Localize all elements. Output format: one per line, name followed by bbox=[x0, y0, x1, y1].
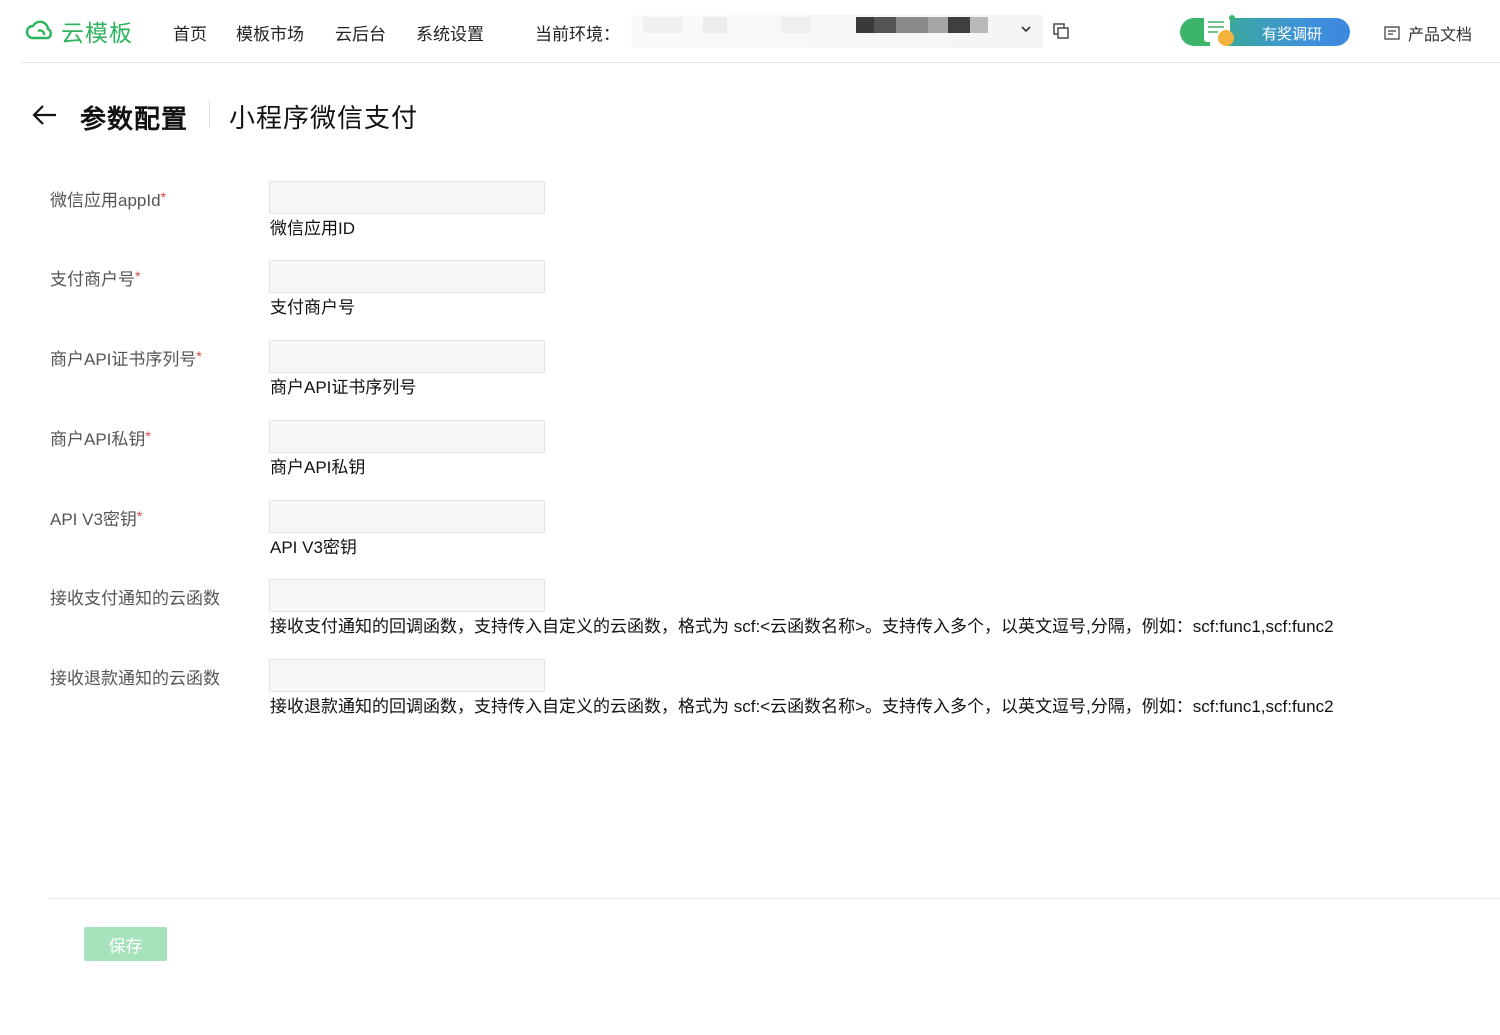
appid-input[interactable] bbox=[269, 181, 545, 214]
field-help-text: 接收支付通知的回调函数，支持传入自定义的云函数，格式为 scf:<云函数名称>。… bbox=[270, 617, 1334, 636]
merchant-id-input[interactable] bbox=[269, 260, 545, 293]
survey-label: 有奖调研 bbox=[1262, 26, 1323, 43]
nav-item-system-settings[interactable]: 系统设置 bbox=[416, 20, 484, 45]
required-mark: * bbox=[160, 189, 166, 205]
top-navigation-bar: 云模板 首页 模板市场 云后台 系统设置 当前环境： 有奖调研 产品文档 bbox=[22, 0, 1500, 63]
chevron-down-icon bbox=[1021, 26, 1031, 33]
field-help-text: 支付商户号 bbox=[270, 298, 355, 317]
form-row-cert-serial: 商户API证书序列号* 商户API证书序列号 bbox=[0, 340, 1500, 410]
back-arrow-icon[interactable] bbox=[31, 101, 59, 129]
field-label: 商户API私钥* bbox=[50, 428, 151, 449]
redacted-block bbox=[643, 17, 683, 33]
redacted-block bbox=[703, 17, 727, 33]
survey-button[interactable]: 有奖调研 bbox=[1180, 15, 1350, 48]
copy-icon[interactable] bbox=[1052, 22, 1070, 40]
redacted-block bbox=[781, 17, 811, 33]
redacted-block bbox=[896, 17, 928, 33]
private-key-input[interactable] bbox=[269, 420, 545, 453]
refund-notify-function-input[interactable] bbox=[269, 659, 545, 692]
redacted-block bbox=[948, 17, 970, 33]
redacted-block bbox=[928, 17, 948, 33]
product-docs-link[interactable]: 产品文档 bbox=[1384, 21, 1472, 45]
required-mark: * bbox=[136, 508, 143, 524]
redacted-block bbox=[874, 17, 896, 33]
cloud-logo-icon bbox=[25, 20, 52, 40]
product-docs-label: 产品文档 bbox=[1408, 27, 1473, 44]
pay-notify-function-input[interactable] bbox=[269, 579, 545, 612]
field-help-text: API V3密钥 bbox=[270, 538, 357, 557]
form-row-pay-notify-function: 接收支付通知的云函数 接收支付通知的回调函数，支持传入自定义的云函数，格式为 s… bbox=[0, 579, 1500, 649]
form-row-merchant-id: 支付商户号* 支付商户号 bbox=[0, 260, 1500, 330]
environment-label: 当前环境： bbox=[535, 25, 620, 44]
required-mark: * bbox=[145, 428, 151, 444]
footer-divider bbox=[50, 898, 1500, 899]
form-row-refund-notify-function: 接收退款通知的云函数 接收退款通知的回调函数，支持传入自定义的云函数，格式为 s… bbox=[0, 659, 1500, 729]
required-mark: * bbox=[135, 268, 141, 284]
field-label: 商户API证书序列号* bbox=[50, 348, 202, 369]
logo[interactable]: 云模板 bbox=[24, 16, 133, 46]
field-label: 接收退款通知的云函数 bbox=[50, 669, 220, 688]
logo-text: 云模板 bbox=[61, 20, 133, 46]
field-label: 接收支付通知的云函数 bbox=[50, 589, 220, 608]
document-icon bbox=[1384, 26, 1400, 40]
field-help-text: 商户API证书序列号 bbox=[270, 378, 417, 397]
field-label: 微信应用appId* bbox=[50, 189, 166, 210]
nav-item-template-market[interactable]: 模板市场 bbox=[236, 20, 304, 45]
cert-serial-input[interactable] bbox=[269, 340, 545, 373]
field-help-text: 接收退款通知的回调函数，支持传入自定义的云函数，格式为 scf:<云函数名称>。… bbox=[270, 697, 1334, 716]
survey-decoration-icon bbox=[1204, 15, 1235, 46]
field-label: 支付商户号* bbox=[50, 268, 141, 289]
field-label: API V3密钥* bbox=[50, 508, 143, 529]
redacted-block bbox=[856, 17, 874, 33]
redacted-block bbox=[970, 17, 988, 33]
required-mark: * bbox=[196, 348, 202, 364]
api-v3-key-input[interactable] bbox=[269, 500, 545, 533]
title-divider bbox=[209, 100, 210, 128]
form-row-private-key: 商户API私钥* 商户API私钥 bbox=[0, 420, 1500, 490]
environment-select[interactable] bbox=[631, 15, 1043, 48]
nav-item-cloud-backend[interactable]: 云后台 bbox=[335, 20, 386, 45]
nav-item-home[interactable]: 首页 bbox=[173, 20, 207, 45]
save-button[interactable]: 保存 bbox=[84, 927, 167, 961]
field-help-text: 微信应用ID bbox=[270, 219, 355, 238]
form-row-api-v3-key: API V3密钥* API V3密钥 bbox=[0, 500, 1500, 570]
field-help-text: 商户API私钥 bbox=[270, 458, 366, 477]
form-row-appid: 微信应用appId* 微信应用ID bbox=[0, 181, 1500, 251]
page-subtitle: 小程序微信支付 bbox=[229, 103, 419, 133]
page-title: 参数配置 bbox=[80, 104, 189, 134]
